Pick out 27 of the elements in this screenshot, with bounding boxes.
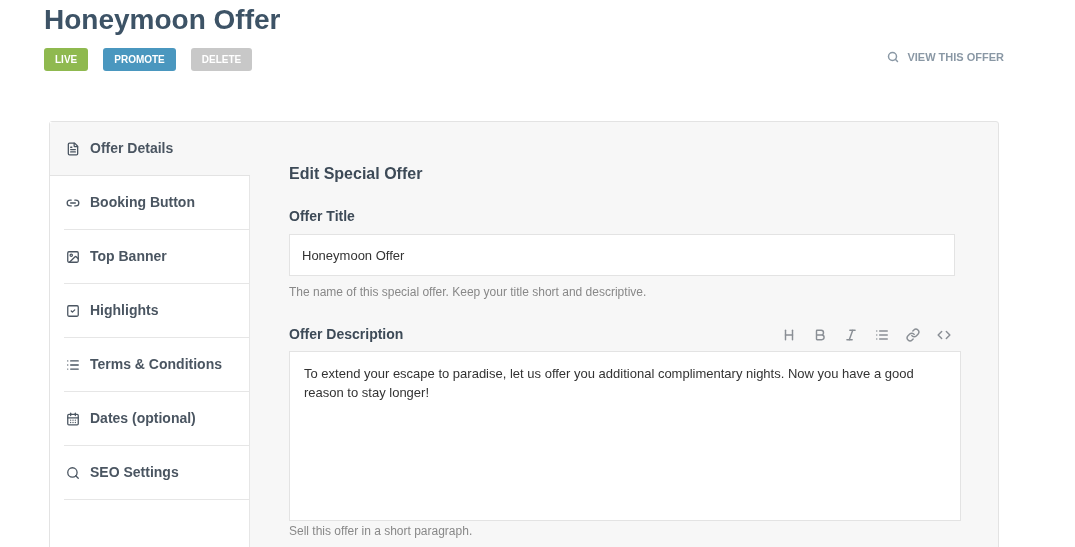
heading-icon[interactable] [782,327,796,342]
sidebar-tab[interactable]: Booking Button [64,176,250,230]
field-label: Offer Title [289,207,356,226]
image-icon [66,249,80,264]
search-icon [66,465,80,480]
field-label: Offer Description [289,325,404,344]
calendar-icon [66,411,80,426]
page-title: Honeymoon Offer [44,3,281,37]
search-icon [887,51,900,64]
help-text: Sell this offer in a short paragraph. [289,524,474,538]
help-text: The name of this special offer. Keep your title short and descriptive. [289,284,648,301]
list-icon [66,357,80,372]
bullet-list-icon[interactable] [875,327,889,342]
italic-icon[interactable] [844,327,858,342]
link-icon[interactable] [906,327,920,342]
sidebar-tab[interactable]: Terms & Conditions [64,338,250,392]
sidebar-tab[interactable]: Highlights [64,284,250,338]
form-heading: Edit Special Offer [289,164,424,184]
sidebar-tab[interactable]: Top Banner [64,230,250,284]
document-icon [66,141,80,156]
description-input[interactable]: To extend your escape to paradise, let us offer you additional complimentary nights. Now you have a good reason to stay longer! [289,351,961,521]
checkbox-icon [66,303,80,318]
sidebar-tab[interactable]: Dates (optional) [64,392,250,446]
title-input[interactable]: Honeymoon Offer [289,234,955,276]
bold-icon[interactable] [813,327,827,342]
sidebar-tab[interactable]: SEO Settings [64,446,250,500]
sidebar-tab[interactable]: Offer Details [50,122,250,176]
